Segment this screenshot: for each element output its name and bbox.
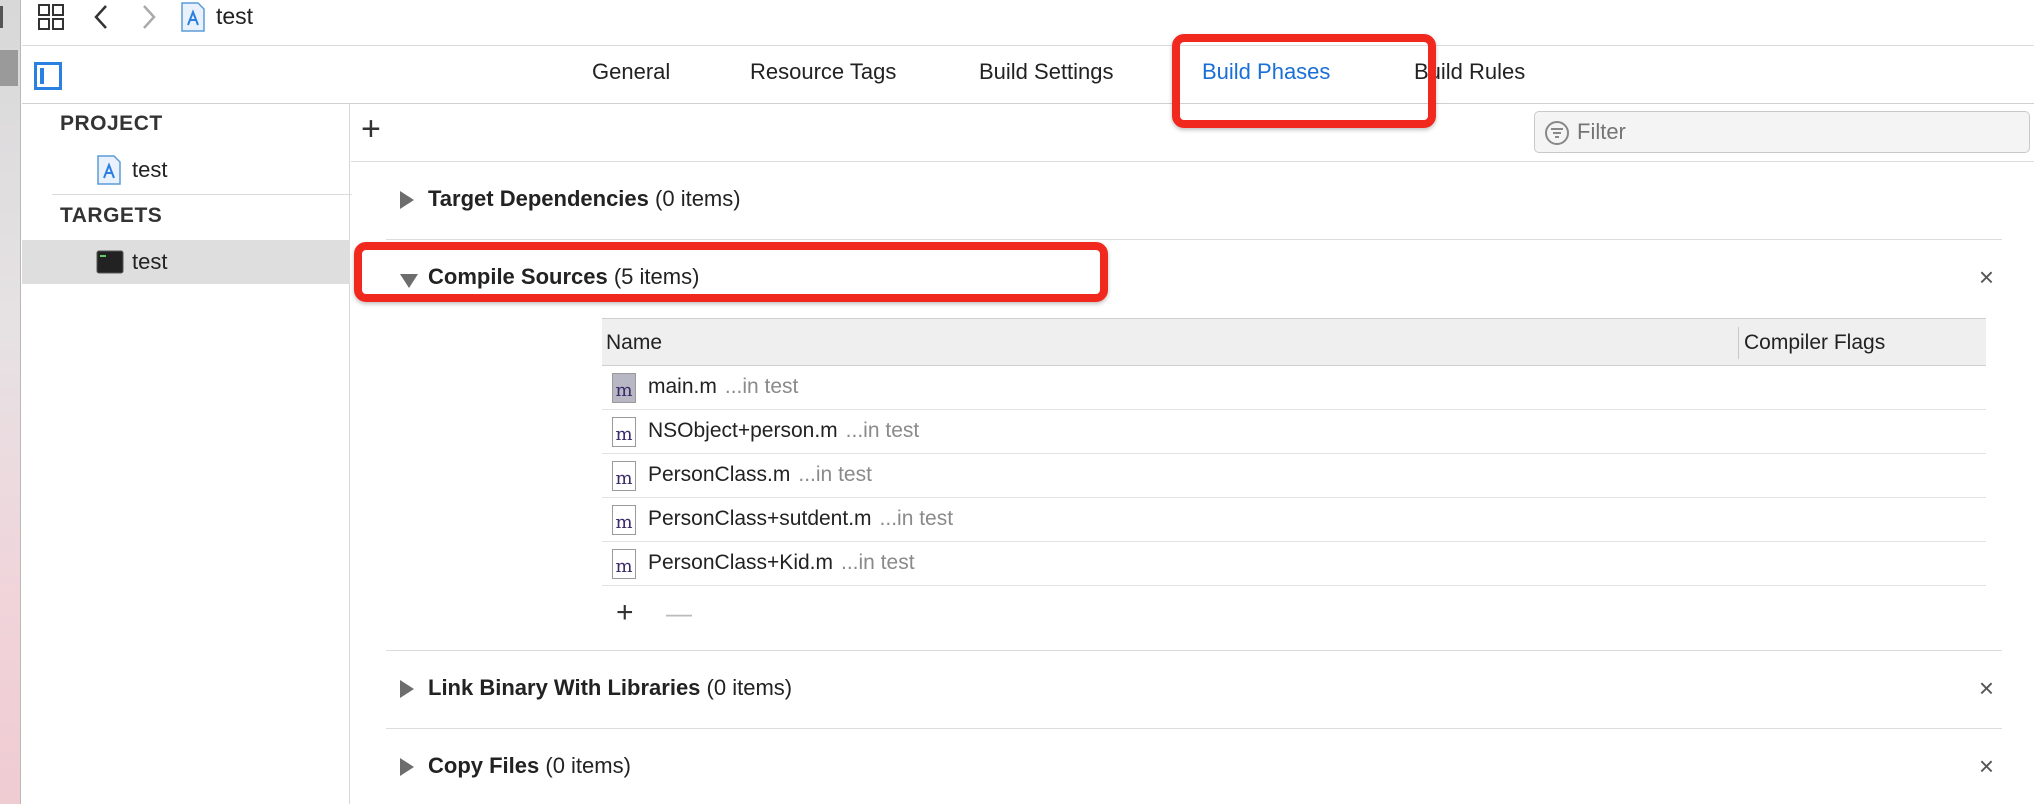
table-row[interactable]: m PersonClass+Kid.m ...in test — [602, 542, 1986, 586]
table-header: Name Compiler Flags — [602, 318, 1986, 366]
objc-source-file-icon: m — [612, 549, 636, 579]
editor-tab-bar: General Resource Tags Build Settings Bui… — [22, 46, 2034, 104]
filter-icon — [1545, 121, 1569, 145]
remove-phase-close-icon[interactable]: × — [1979, 673, 1994, 704]
sidebar-item-label: test — [132, 249, 168, 274]
phase-copy-files[interactable]: Copy Files (0 items) × — [386, 729, 2002, 804]
forward-chevron-icon[interactable] — [134, 0, 164, 34]
tab-general[interactable]: General — [592, 59, 670, 85]
add-build-phase-button[interactable]: + — [361, 112, 381, 146]
tab-resource-tags[interactable]: Resource Tags — [750, 59, 896, 85]
disclosure-triangle-icon[interactable] — [400, 680, 414, 698]
remove-phase-close-icon[interactable]: × — [1979, 262, 1994, 293]
column-header-name[interactable]: Name — [606, 331, 662, 355]
build-phases-toolbar: + — [351, 104, 2034, 162]
file-name: PersonClass+sutdent.m ...in test — [648, 507, 954, 530]
project-file-icon — [97, 155, 121, 185]
phase-title: Target Dependencies (0 items) — [428, 186, 741, 211]
file-name: PersonClass.m ...in test — [648, 463, 872, 486]
table-row[interactable]: m NSObject+person.m ...in test — [602, 410, 1986, 454]
disclosure-triangle-icon[interactable] — [400, 274, 418, 288]
navigation-bar: test — [22, 0, 2034, 46]
objc-source-file-icon: m — [612, 373, 636, 403]
filter-input[interactable] — [1577, 117, 2017, 147]
column-header-compiler-flags[interactable]: Compiler Flags — [1744, 331, 1885, 355]
remove-source-file-button[interactable]: — — [666, 600, 692, 626]
back-chevron-icon[interactable] — [86, 0, 116, 34]
phase-target-dependencies[interactable]: Target Dependencies (0 items) — [386, 162, 2002, 240]
targets-section-header: TARGETS — [60, 204, 163, 227]
table-row[interactable]: m PersonClass+sutdent.m ...in test — [602, 498, 1986, 542]
table-row[interactable]: m PersonClass.m ...in test — [602, 454, 1986, 498]
phase-title: Link Binary With Libraries (0 items) — [428, 675, 793, 700]
objc-source-file-icon: m — [612, 417, 636, 447]
sidebar-item-project-test[interactable]: test — [22, 148, 350, 192]
disclosure-triangle-icon[interactable] — [400, 758, 414, 776]
column-divider[interactable] — [1738, 327, 1739, 359]
project-sidebar: PROJECT test TARGETS test — [22, 104, 352, 804]
project-section-header: PROJECT — [60, 112, 163, 135]
file-name: PersonClass+Kid.m ...in test — [648, 551, 915, 574]
file-name: main.m ...in test — [648, 375, 799, 398]
sidebar-item-label: test — [132, 157, 168, 182]
objc-source-file-icon: m — [612, 505, 636, 535]
terminal-target-icon — [96, 250, 124, 274]
phase-title: Copy Files (0 items) — [428, 753, 631, 778]
edge-tick — [0, 6, 3, 28]
file-name: NSObject+person.m ...in test — [648, 419, 920, 442]
scroll-knob[interactable] — [0, 50, 18, 86]
sidebar-divider — [52, 194, 352, 195]
project-file-icon — [178, 0, 208, 34]
disclosure-triangle-icon[interactable] — [400, 191, 414, 209]
phase-title: Compile Sources (5 items) — [428, 264, 700, 289]
table-row[interactable]: m main.m ...in test — [602, 366, 1986, 410]
sidebar-item-target-test[interactable]: test — [22, 240, 350, 284]
window-edge — [0, 0, 21, 804]
phase-compile-sources[interactable]: Compile Sources (5 items) × — [386, 240, 2002, 318]
tab-build-settings[interactable]: Build Settings — [979, 59, 1114, 85]
filter-field[interactable] — [1534, 111, 2030, 153]
remove-phase-close-icon[interactable]: × — [1979, 751, 1994, 782]
tab-build-rules[interactable]: Build Rules — [1414, 59, 1525, 85]
tab-build-phases[interactable]: Build Phases — [1202, 59, 1330, 85]
sidebar-toggle-icon[interactable] — [34, 62, 62, 90]
breadcrumb-file-name[interactable]: test — [216, 3, 253, 30]
related-items-icon[interactable] — [36, 0, 66, 34]
objc-source-file-icon: m — [612, 461, 636, 491]
add-source-file-button[interactable]: + — [616, 598, 634, 628]
phase-link-binary-with-libraries[interactable]: Link Binary With Libraries (0 items) × — [386, 651, 2002, 729]
